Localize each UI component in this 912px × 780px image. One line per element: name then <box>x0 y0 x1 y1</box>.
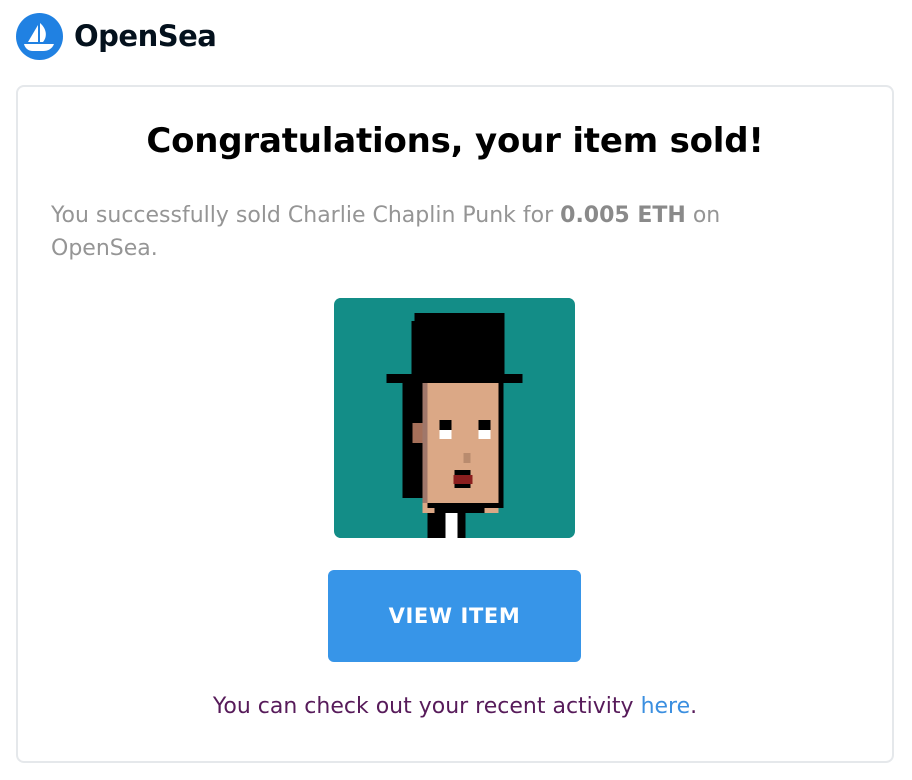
email-title: Congratulations, your item sold! <box>146 121 764 161</box>
sale-message: You successfully sold Charlie Chaplin Pu… <box>51 199 811 265</box>
activity-message: You can check out your recent activity h… <box>18 694 892 719</box>
activity-link[interactable]: here <box>641 694 691 719</box>
header: OpenSea <box>16 12 217 60</box>
nft-item-image[interactable] <box>334 298 575 538</box>
sale-price: 0.005 ETH <box>560 203 686 228</box>
footer-prefix: You can check out your recent activity <box>212 694 641 719</box>
email-card: Congratulations, your item sold! You suc… <box>16 85 894 763</box>
message-prefix: You successfully sold Charlie Chaplin Pu… <box>51 203 561 228</box>
view-item-button[interactable]: VIEW ITEM <box>328 570 581 662</box>
brand-name[interactable]: OpenSea <box>74 19 217 53</box>
footer-suffix: . <box>690 694 698 719</box>
opensea-logo-icon[interactable] <box>16 12 63 60</box>
